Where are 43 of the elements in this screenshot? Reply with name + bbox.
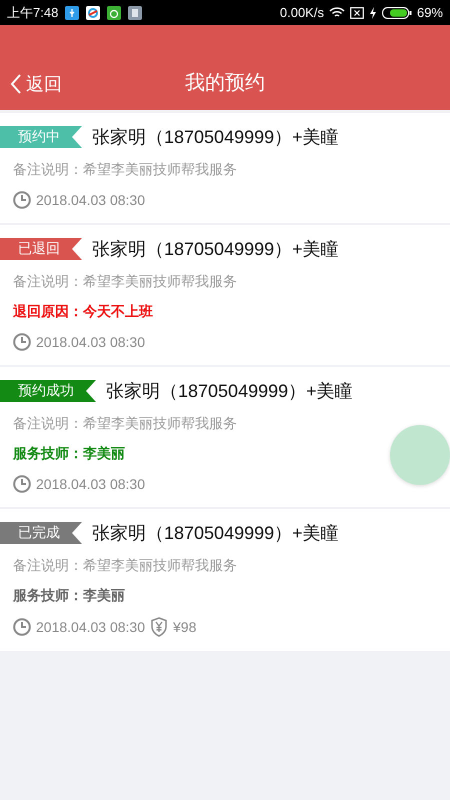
usb-icon [65,6,80,20]
battery-icon [382,6,412,18]
detail-text: 服务技师：李美丽 [12,445,126,463]
customer-name: 张家明（18705049999）+美瞳 [92,522,339,545]
customer-name: 张家明（18705049999）+美瞳 [106,380,353,403]
back-icon [10,73,22,95]
customer-name: 张家明（18705049999）+美瞳 [92,126,339,149]
customer-name: 张家明（18705049999）+美瞳 [92,238,339,261]
appointment-time: 2018.04.03 08:30 [36,192,145,208]
detail-text: 服务技师：李美丽 [12,587,126,605]
note-text: 备注说明：希望李美丽技师帮我服务 [12,415,238,433]
appointment-card[interactable]: 预约中 张家明（18705049999）+美瞳 备注说明：希望李美丽技师帮我服务 2018.04.03 08:30 [0,113,450,223]
appointment-card[interactable]: 预约成功 张家明（18705049999）+美瞳 备注说明：希望李美丽技师帮我服务 服务技师：李美丽 2018.04.03 08:30 [0,367,450,507]
back-button[interactable]: 返回 [10,72,62,96]
charging-icon [368,6,377,18]
wifi-icon [328,6,345,18]
note-text: 备注说明：希望李美丽技师帮我服务 [12,161,238,179]
note-text: 备注说明：希望李美丽技师帮我服务 [12,273,238,291]
clock-icon [13,333,31,351]
app-icon [107,6,122,20]
network-speed: 0.00K/s [280,5,324,20]
status-tag: 已退回 [0,238,82,260]
battery-percent: 69% [416,5,443,20]
status-tag: 已完成 [0,522,82,544]
appointment-time: 2018.04.03 08:30 [36,619,145,635]
status-tag: 预约成功 [0,380,96,402]
status-tag: 预约中 [0,126,82,148]
appointment-card[interactable]: 已完成 张家明（18705049999）+美瞳 备注说明：希望李美丽技师帮我服务 服务技师：李美丽 2018.04.03 08:30 ¥98 [0,509,450,651]
page-title: 我的预约 [185,71,265,96]
price-text: ¥98 [173,619,196,635]
clock-icon [13,191,31,209]
appointment-card[interactable]: 已退回 张家明（18705049999）+美瞳 备注说明：希望李美丽技师帮我服务 退回原因：今天不上班 2018.04.03 08:30 [0,225,450,365]
clock-icon [13,475,31,493]
appointment-time: 2018.04.03 08:30 [36,334,145,350]
app-icon [86,6,100,20]
sim-icon [350,6,364,18]
note-text: 备注说明：希望李美丽技师帮我服务 [12,557,238,575]
shield-yen-icon [150,617,168,637]
document-icon [128,6,142,20]
status-time: 上午7:48 [7,4,58,22]
appointment-time: 2018.04.03 08:30 [36,476,145,492]
detail-text: 退回原因：今天不上班 [12,303,154,321]
clock-icon [13,618,31,636]
